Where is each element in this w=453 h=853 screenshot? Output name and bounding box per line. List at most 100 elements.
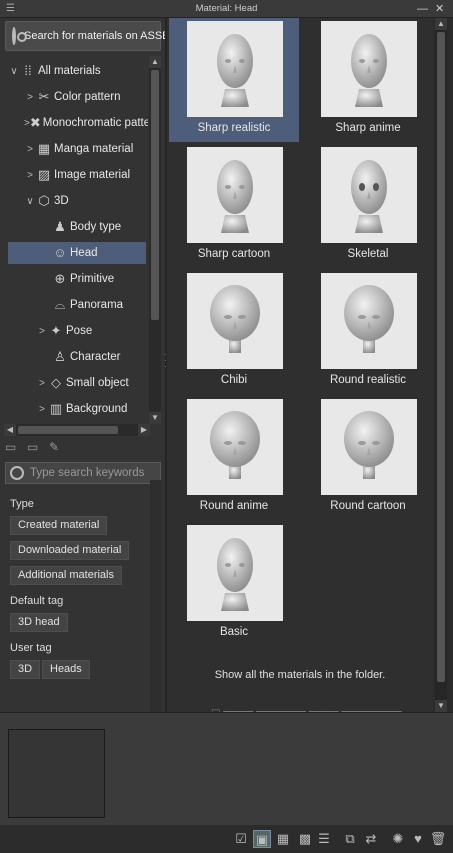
tree-item-label: Background [66,403,128,415]
tree-item-manga-material[interactable]: > ▦ Manga material [0,138,148,160]
scroll-down-icon[interactable]: ▼ [435,700,447,712]
tag-additional-materials[interactable]: Additional materials [10,566,122,585]
search-input[interactable] [30,467,160,479]
list-view-icon[interactable]: ☰ [315,830,333,848]
materials-scrollbar[interactable]: ▲ ▼ [435,18,447,712]
scroll-thumb[interactable] [437,32,445,682]
tree-vertical-scrollbar[interactable]: ▲ ▼ [149,56,161,424]
chevron-icon[interactable]: ∨ [8,66,20,77]
tree-item-pose[interactable]: > ✦ Pose [0,320,148,342]
small-object-icon: ◇ [51,375,61,390]
cube-icon: ⬡ [38,193,50,208]
material-card[interactable]: Sharp cartoon [169,144,299,268]
tree-item-panorama[interactable]: ⌓ Panorama [0,294,148,316]
chevron-icon[interactable]: > [24,170,36,181]
tree-item-label: All materials [38,65,101,77]
material-card[interactable]: Skeletal [303,144,433,268]
head-model-icon [217,34,253,107]
window-title: Material: Head [195,3,258,14]
head-model-icon [217,160,253,233]
material-thumbnail [187,147,283,243]
settings-icon[interactable]: ✺ [389,830,407,848]
material-thumbnail [321,21,417,117]
minimize-button[interactable]: — [417,2,428,16]
material-card[interactable]: Basic [169,522,299,646]
tag-heads[interactable]: Heads [42,660,90,679]
tag-3d-head[interactable]: 3D head [10,613,68,632]
tree-item-primitive[interactable]: ⊕ Primitive [0,268,148,290]
scroll-left-icon[interactable]: ◀ [4,424,16,436]
primitive-icon: ⊕ [54,271,66,286]
chevron-icon[interactable]: > [36,404,48,415]
close-button[interactable]: ✕ [435,2,444,16]
tree-item-3d[interactable]: ∨ ⬡ 3D [0,190,148,212]
material-label: Sharp cartoon [197,248,271,260]
material-label: Chibi [220,374,248,386]
scroll-down-icon[interactable]: ▼ [149,412,161,424]
manga-icon: ▦ [37,141,51,156]
material-card[interactable]: Round realistic [303,270,433,394]
grid-dots-icon: ⁞⁞ [24,63,32,78]
head-model-icon [217,538,253,611]
material-thumbnail [187,273,283,369]
tree-item-small-object[interactable]: > ◇ Small object [0,372,148,394]
favorite-heart-icon[interactable]: ♥ [409,830,427,848]
tag-created-material[interactable]: Created material [10,516,108,535]
material-thumbnail [321,399,417,495]
show-all-text[interactable]: Show all the materials in the folder. [167,669,433,681]
new-folder-icon[interactable]: ▭ [5,440,21,454]
type-label: Type [10,498,34,510]
paste-to-canvas-icon[interactable]: ⧉ [341,830,359,848]
tree-item-label: Head [70,247,98,259]
tree-item-head[interactable]: ☺ Head [8,242,146,264]
tree-horizontal-scrollbar[interactable]: ◀ ▶ [4,424,150,436]
chevron-icon[interactable]: > [36,326,48,337]
material-card[interactable]: Sharp realistic [169,18,299,142]
small-thumbnail-view-icon[interactable]: ▩ [296,830,314,848]
tree-item-character[interactable]: ♙ Character [0,346,148,368]
large-thumbnail-view-icon[interactable]: ▣ [253,830,271,848]
scroll-right-icon[interactable]: ▶ [138,424,150,436]
head-model-icon [351,160,387,233]
material-thumbnail [187,399,283,495]
scroll-thumb[interactable] [18,426,118,434]
chevron-icon[interactable]: ∨ [24,196,36,207]
scroll-up-icon[interactable]: ▲ [435,18,447,30]
tree-item-label: Primitive [70,273,115,285]
tree-item-background[interactable]: > ▥ Background [0,398,148,420]
chevron-icon[interactable]: > [24,92,36,103]
chevron-icon[interactable]: > [24,144,36,155]
tree-item-label: Pose [66,325,93,337]
search-assets-button[interactable]: Search for materials on ASSETS [5,21,184,51]
material-card[interactable]: Round cartoon [303,396,433,520]
replace-material-icon[interactable]: ⇄ [362,830,380,848]
tree-item-monochromatic-patte[interactable]: > ✖ Monochromatic patte [0,112,148,134]
material-card[interactable]: Round anime [169,396,299,520]
search-field[interactable] [5,462,161,484]
tag-3d[interactable]: 3D [10,660,41,679]
tree-item-body-type[interactable]: ♟ Body type [0,216,148,238]
character-icon: ♙ [54,349,66,364]
checklist-icon[interactable]: ☑ [232,830,250,848]
filter-scrollbar[interactable] [150,480,161,730]
chevron-icon[interactable]: > [36,378,48,389]
scroll-thumb[interactable] [151,70,159,320]
title-bar: ☰ Material: Head — ✕ [0,0,453,18]
scroll-up-icon[interactable]: ▲ [149,56,161,68]
tree-toolbar: ▭ ▭ ✎ [5,440,65,456]
rename-folder-icon[interactable]: ✎ [49,440,65,454]
duplicate-folder-icon[interactable]: ▭ [27,440,43,454]
delete-trash-icon[interactable]: 🗑 [429,830,447,848]
tree-item-color-pattern[interactable]: > ✂ Color pattern [0,86,148,108]
medium-thumbnail-view-icon[interactable]: ▦ [274,830,292,848]
tag-downloaded-material[interactable]: Downloaded material [10,541,130,560]
tree-item-image-material[interactable]: > ▨ Image material [0,164,148,186]
left-pane: Search for materials on ASSETS ∨ ⁞⁞ All ma… [0,18,184,730]
body-type-icon: ♟ [54,219,66,234]
monochrome-pattern-icon: ✖ [29,115,41,130]
material-thumbnail [321,147,417,243]
material-card[interactable]: Sharp anime [303,18,433,142]
head-model-icon [210,411,260,479]
material-card[interactable]: Chibi [169,270,299,394]
tree-item-all-materials[interactable]: ∨ ⁞⁞ All materials [0,60,148,82]
